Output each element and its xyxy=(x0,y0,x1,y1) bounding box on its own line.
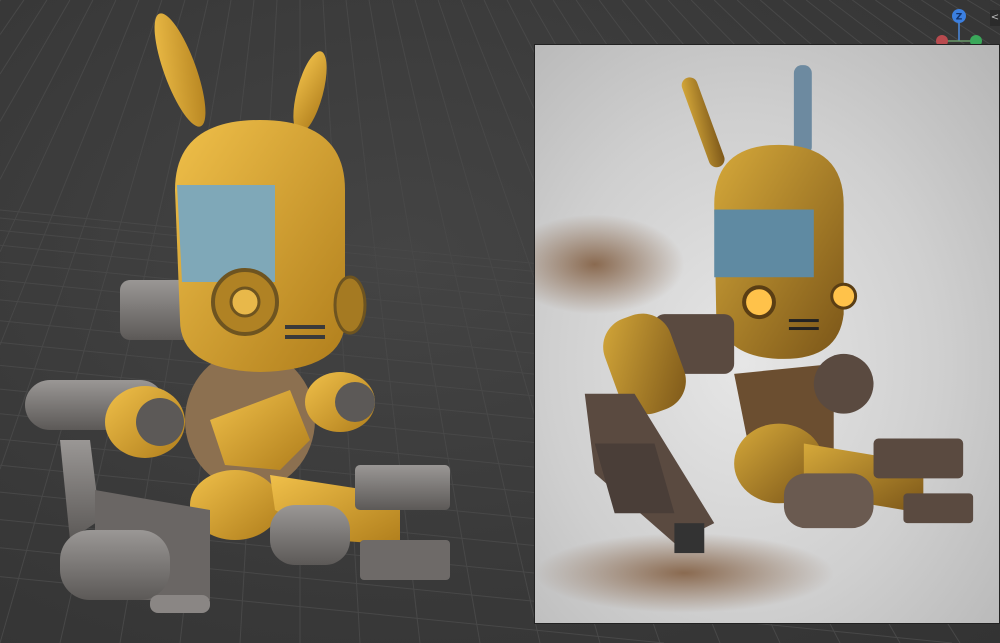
reference-image-panel[interactable] xyxy=(534,44,1000,624)
grid-line xyxy=(990,0,1000,7)
robot-reference-painting xyxy=(535,65,974,613)
3d-viewport[interactable]: Z < xyxy=(0,0,1000,643)
orientation-gizmo-icon[interactable]: Z xyxy=(930,4,990,48)
chevron-left-icon: < xyxy=(990,12,1000,23)
orientation-gizmo[interactable]: Z xyxy=(930,4,990,48)
collapse-panel-button[interactable]: < xyxy=(990,10,1000,26)
robot-3d-model[interactable] xyxy=(0,0,530,643)
gizmo-z-label: Z xyxy=(956,13,963,23)
